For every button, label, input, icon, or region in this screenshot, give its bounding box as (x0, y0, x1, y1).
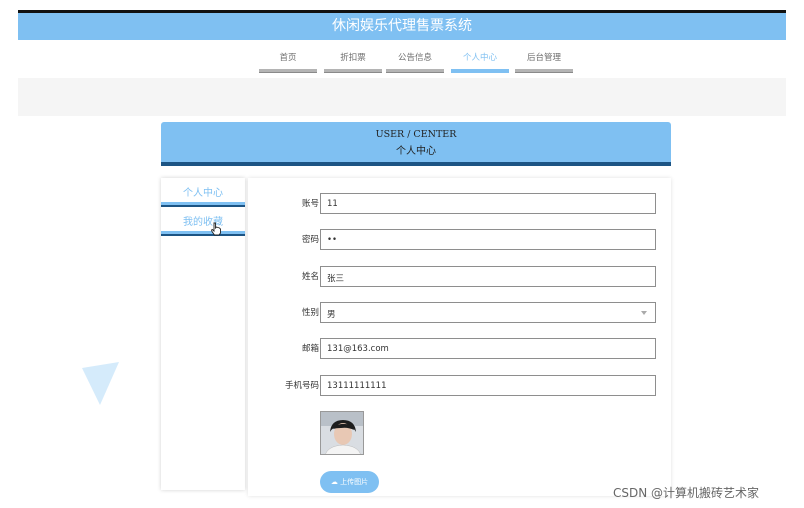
cloud-upload-icon: ☁ (330, 478, 338, 486)
nav-item-bar (515, 69, 573, 73)
phone-label: 手机号码 (284, 381, 319, 391)
sidebar-item-label: 个人中心 (183, 188, 223, 199)
profile-form: 账号 11 密码 •• 姓名 张三 性别 男 邮箱 131@163.com 手机… (248, 178, 671, 496)
watermark: CSDN @计算机搬砖艺术家 (613, 486, 760, 500)
phone-input[interactable]: 13111111111 (320, 375, 656, 396)
name-label: 姓名 (301, 272, 319, 282)
gender-select[interactable]: 男 (320, 302, 656, 323)
account-label: 账号 (301, 199, 319, 209)
site-title: 休闲娱乐代理售票系统 (332, 18, 472, 34)
sidebar-item-label: 我的收藏 (183, 217, 223, 228)
nav-item-bar (324, 69, 382, 73)
banner-title-zh: 个人中心 (396, 146, 436, 157)
name-input[interactable]: 张三 (320, 266, 656, 287)
nav-item-announcements[interactable]: 公告信息 (386, 52, 444, 73)
upload-image-button[interactable]: ☁ 上传图片 (320, 471, 379, 493)
password-label: 密码 (301, 235, 319, 245)
sidebar: 个人中心 我的收藏 (161, 178, 245, 490)
form-row-account: 账号 11 (248, 193, 671, 214)
nav-item-bar (259, 69, 317, 73)
chevron-down-icon (641, 311, 647, 315)
form-row-gender: 性别 男 (248, 302, 671, 323)
sidebar-item-bar (161, 231, 245, 236)
sidebar-item-personal-center[interactable]: 个人中心 (161, 178, 245, 207)
email-input[interactable]: 131@163.com (320, 338, 656, 359)
nav-item-label: 后台管理 (526, 53, 561, 63)
nav-item-admin[interactable]: 后台管理 (515, 52, 573, 73)
decorative-triangle-icon (82, 362, 119, 405)
nav-item-home[interactable]: 首页 (259, 52, 317, 73)
avatar (320, 411, 364, 455)
nav-item-bar (451, 69, 509, 73)
nav-item-personal-center[interactable]: 个人中心 (451, 52, 509, 73)
site-header: 休闲娱乐代理售票系统 (18, 13, 786, 40)
nav-item-label: 公告信息 (397, 53, 432, 63)
account-input[interactable]: 11 (320, 193, 656, 214)
form-row-phone: 手机号码 13111111111 (248, 375, 671, 396)
banner-title-en: USER / CENTER (375, 129, 457, 140)
avatar-image (321, 412, 363, 454)
gender-label: 性别 (301, 308, 319, 318)
form-row-name: 姓名 张三 (248, 266, 671, 287)
password-input[interactable]: •• (320, 229, 656, 250)
nav-item-label: 首页 (279, 53, 297, 63)
page-title-banner: USER / CENTER 个人中心 (161, 122, 671, 166)
nav-item-bar (386, 69, 444, 73)
nav-item-label: 个人中心 (462, 53, 497, 63)
email-label: 邮箱 (301, 344, 319, 354)
nav-item-discount-tickets[interactable]: 折扣票 (324, 52, 382, 73)
main-nav: 首页 折扣票 公告信息 个人中心 后台管理 (0, 52, 804, 74)
upload-button-label: 上传图片 (340, 478, 369, 486)
form-row-email: 邮箱 131@163.com (248, 338, 671, 359)
nav-item-label: 折扣票 (340, 53, 366, 63)
form-row-password: 密码 •• (248, 229, 671, 250)
hand-cursor-icon (210, 222, 221, 236)
gender-selected-value: 男 (327, 310, 336, 320)
sidebar-item-favorites[interactable]: 我的收藏 (161, 207, 245, 236)
banner-spacer (18, 78, 786, 116)
app-root: 休闲娱乐代理售票系统 首页 折扣票 公告信息 个人中心 后台管理 USER / … (0, 0, 804, 508)
